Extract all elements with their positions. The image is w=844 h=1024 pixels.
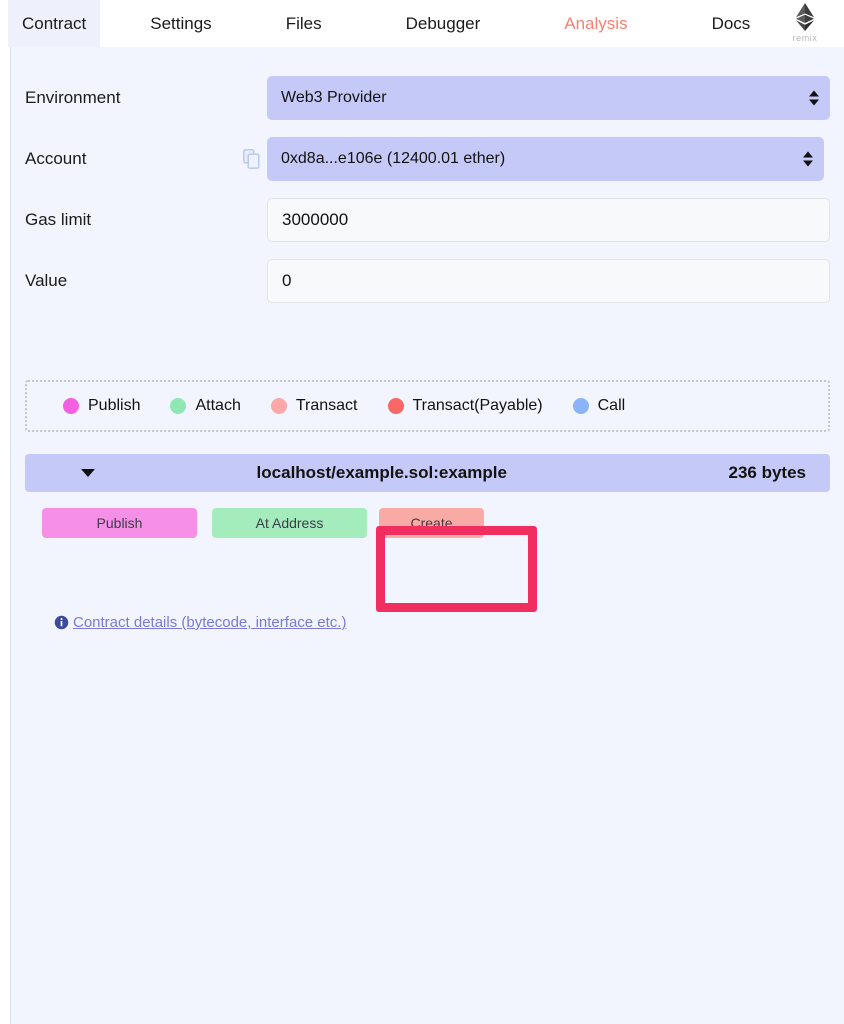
tab-analysis[interactable]: Analysis bbox=[550, 0, 641, 47]
legend-dot-transact bbox=[270, 398, 287, 414]
publish-button[interactable]: Publish bbox=[42, 508, 197, 538]
account-select[interactable]: 0xd8a...e106e (12400.01 ether) bbox=[267, 137, 824, 181]
environment-label: Environment bbox=[25, 88, 121, 107]
account-row: Account 0xd8a...e106e (12400.01 ether) bbox=[11, 137, 844, 181]
gas-limit-label: Gas limit bbox=[25, 210, 92, 229]
legend-dot-publish bbox=[63, 398, 79, 414]
legend-item-transact: Transact bbox=[270, 397, 358, 415]
tab-contract[interactable]: Contract bbox=[8, 0, 101, 47]
legend-label-call: Call bbox=[597, 397, 626, 414]
account-value: 0xd8a...e106e (12400.01 ether) bbox=[281, 150, 506, 167]
tab-debugger[interactable]: Debugger bbox=[392, 0, 495, 47]
legend-dot-attach bbox=[170, 398, 187, 414]
contract-panel: Environment Web3 Provider Account 0xd8a.… bbox=[10, 47, 844, 1024]
legend-dot-call bbox=[572, 398, 589, 414]
contract-details-text[interactable]: Contract details (bytecode, interface et… bbox=[73, 614, 346, 631]
legend-dot-transact-payable bbox=[387, 398, 404, 414]
environment-row: Environment Web3 Provider bbox=[11, 76, 844, 120]
info-icon bbox=[54, 615, 69, 630]
environment-value: Web3 Provider bbox=[281, 89, 387, 106]
legend-label-publish: Publish bbox=[88, 397, 141, 414]
create-button-highlight bbox=[376, 526, 537, 612]
contract-header-bar[interactable]: localhost/example.sol:example 236 bytes bbox=[25, 454, 830, 492]
chevron-updown-icon bbox=[803, 151, 813, 167]
legend-label-transact: Transact bbox=[295, 397, 358, 414]
value-input[interactable] bbox=[267, 259, 830, 303]
legend-item-call: Call bbox=[572, 397, 626, 415]
contract-details-link[interactable]: Contract details (bytecode, interface et… bbox=[54, 614, 346, 631]
chevron-updown-icon bbox=[809, 90, 819, 106]
legend-item-publish: Publish bbox=[63, 397, 140, 415]
remix-wordmark: remix bbox=[792, 33, 818, 43]
legend-item-attach: Attach bbox=[170, 397, 241, 415]
create-button[interactable]: Create bbox=[379, 508, 484, 538]
legend-label-transact-payable: Transact(Payable) bbox=[412, 397, 543, 414]
tab-settings[interactable]: Settings bbox=[136, 0, 225, 47]
legend-item-transact-payable: Transact(Payable) bbox=[387, 397, 543, 415]
tab-files[interactable]: Files bbox=[272, 0, 336, 47]
legend-label-attach: Attach bbox=[195, 397, 241, 414]
contract-actions: Publish At Address Create bbox=[42, 508, 484, 538]
at-address-button[interactable]: At Address bbox=[212, 508, 367, 538]
gas-limit-row: Gas limit bbox=[11, 198, 844, 242]
gas-limit-input[interactable] bbox=[267, 198, 830, 242]
legend-box: Publish Attach Transact Transact(Payable… bbox=[25, 380, 830, 432]
value-row: Value bbox=[11, 259, 844, 303]
ethereum-diamond-icon bbox=[796, 3, 814, 31]
account-label: Account bbox=[25, 149, 87, 168]
remix-logo: remix bbox=[778, 2, 832, 43]
tab-bar: Contract Settings Files Debugger Analysi… bbox=[0, 0, 844, 47]
contract-name: localhost/example.sol:example bbox=[256, 463, 507, 482]
tab-docs[interactable]: Docs bbox=[698, 0, 765, 47]
value-label: Value bbox=[25, 271, 68, 290]
contract-size: 236 bytes bbox=[728, 463, 807, 482]
environment-select[interactable]: Web3 Provider bbox=[267, 76, 830, 120]
copy-icon[interactable] bbox=[243, 149, 260, 169]
